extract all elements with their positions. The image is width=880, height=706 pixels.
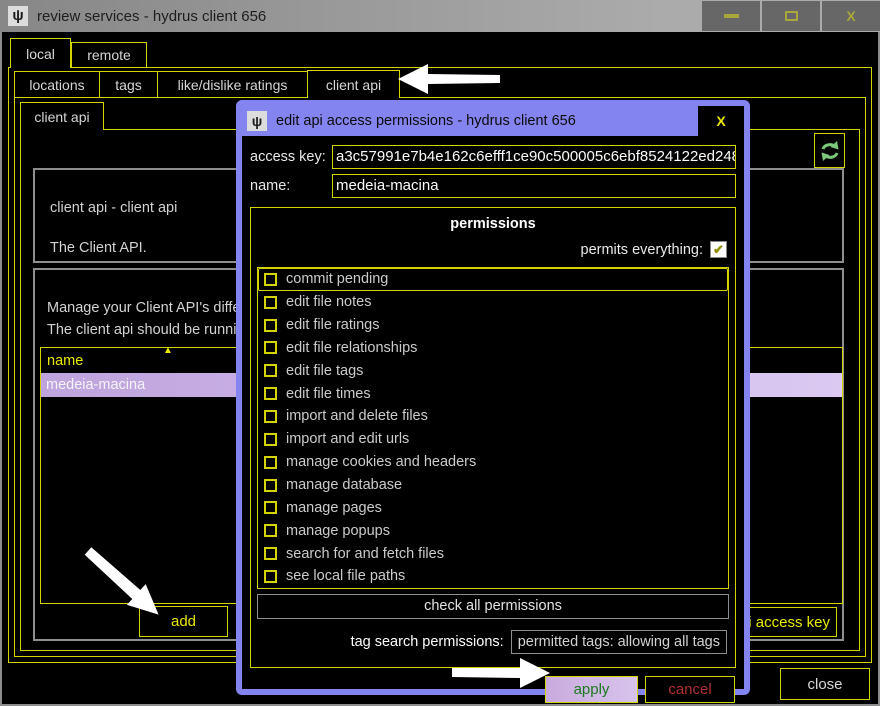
name-label: name: xyxy=(250,178,332,194)
checkbox-unchecked-icon[interactable] xyxy=(264,341,277,354)
tag-search-permissions-label: tag search permissions: xyxy=(351,634,504,650)
annotation-arrow-client-api-tab xyxy=(396,60,504,98)
close-button[interactable]: close xyxy=(780,668,870,700)
permission-item[interactable]: edit file tags xyxy=(258,359,728,382)
refresh-button[interactable] xyxy=(814,133,845,168)
permissions-title: permissions xyxy=(257,216,729,232)
refresh-icon xyxy=(819,140,841,162)
permission-item[interactable]: import and edit urls xyxy=(258,428,728,451)
checkbox-unchecked-icon[interactable] xyxy=(264,410,277,423)
tab-client-api-service[interactable]: client api xyxy=(20,102,104,130)
tab-remote[interactable]: remote xyxy=(71,42,147,68)
permission-item[interactable]: manage database xyxy=(258,474,728,497)
close-icon: X xyxy=(846,8,855,24)
minimize-icon xyxy=(724,14,739,18)
permission-label: manage database xyxy=(286,477,402,493)
window-close-button[interactable]: X xyxy=(822,1,880,31)
permission-item[interactable]: edit file times xyxy=(258,382,728,405)
permission-item[interactable]: edit file relationships xyxy=(258,337,728,360)
checkbox-unchecked-icon[interactable] xyxy=(264,501,277,514)
dialog-content: access key: a3c57991e7b4e162c6efff1ce90c… xyxy=(242,136,744,706)
permissions-list: commit pending edit file notes edit file… xyxy=(257,267,729,589)
checkbox-unchecked-icon[interactable] xyxy=(264,433,277,446)
manage-line2: The client api should be runnin xyxy=(47,322,245,338)
dialog-titlebar[interactable]: ψ edit api access permissions - hydrus c… xyxy=(242,106,744,136)
checkbox-unchecked-icon[interactable] xyxy=(264,273,277,286)
permission-item[interactable]: search for and fetch files xyxy=(258,542,728,565)
sort-ascending-icon[interactable]: ▲ xyxy=(163,345,173,356)
permission-item[interactable]: edit file notes xyxy=(258,291,728,314)
permission-label: manage cookies and headers xyxy=(286,454,476,470)
permits-everything-checkbox[interactable]: ✔ xyxy=(710,241,727,258)
permission-label: edit file relationships xyxy=(286,340,417,356)
permission-label: edit file tags xyxy=(286,363,363,379)
permissions-panel: permissions permits everything: ✔ commit… xyxy=(250,207,736,668)
manage-line1: Manage your Client API's differ xyxy=(47,300,245,316)
permission-label: commit pending xyxy=(286,271,388,287)
tab-client-api[interactable]: client api xyxy=(307,70,400,98)
window-titlebar[interactable]: ψ review services - hydrus client 656 X xyxy=(0,0,880,32)
hydrus-app-icon: ψ xyxy=(247,111,267,131)
annotation-arrow-apply-button xyxy=(450,656,554,690)
checkbox-unchecked-icon[interactable] xyxy=(264,456,277,469)
checkbox-unchecked-icon[interactable] xyxy=(264,524,277,537)
permission-label: edit file times xyxy=(286,386,371,402)
permission-item[interactable]: see local file paths xyxy=(258,565,728,588)
permission-item[interactable]: edit file ratings xyxy=(258,314,728,337)
checkbox-unchecked-icon[interactable] xyxy=(264,296,277,309)
checkbox-unchecked-icon[interactable] xyxy=(264,387,277,400)
tag-search-permissions-row: tag search permissions: permitted tags: … xyxy=(257,630,727,654)
maximize-icon xyxy=(785,11,798,21)
permission-label: manage pages xyxy=(286,500,382,516)
permission-label: search for and fetch files xyxy=(286,546,444,562)
permission-label: edit file ratings xyxy=(286,317,380,333)
cancel-button[interactable]: cancel xyxy=(645,676,735,703)
dialog-title: edit api access permissions - hydrus cli… xyxy=(276,113,698,129)
edit-api-access-permissions-dialog: ψ edit api access permissions - hydrus c… xyxy=(236,100,750,695)
permission-item[interactable]: import and delete files xyxy=(258,405,728,428)
permission-item[interactable]: manage cookies and headers xyxy=(258,451,728,474)
permission-label: manage popups xyxy=(286,523,390,539)
check-all-permissions-button[interactable]: check all permissions xyxy=(257,594,729,619)
permission-item[interactable]: commit pending xyxy=(258,268,728,291)
permits-everything-label: permits everything: xyxy=(581,242,704,258)
permission-item[interactable]: manage pages xyxy=(258,496,728,519)
permission-label: see local file paths xyxy=(286,568,405,584)
tag-search-permissions-button[interactable]: permitted tags: allowing all tags xyxy=(511,630,727,654)
checkbox-unchecked-icon[interactable] xyxy=(264,319,277,332)
permission-label: import and edit urls xyxy=(286,431,409,447)
checkbox-unchecked-icon[interactable] xyxy=(264,570,277,583)
service-info-line2: The Client API. xyxy=(50,240,147,256)
checkbox-unchecked-icon[interactable] xyxy=(264,364,277,377)
annotation-arrow-add-button xyxy=(78,543,178,628)
name-input[interactable]: medeia-macina xyxy=(332,174,736,198)
review-services-window: ψ review services - hydrus client 656 X … xyxy=(0,0,880,706)
access-key-field-row: access key: a3c57991e7b4e162c6efff1ce90c… xyxy=(250,145,736,169)
service-info-line1: client api - client api xyxy=(50,200,177,216)
name-field-row: name: medeia-macina xyxy=(250,174,736,198)
permission-item[interactable]: manage popups xyxy=(258,519,728,542)
maximize-button[interactable] xyxy=(762,1,820,31)
window-controls: X xyxy=(702,1,880,31)
minimize-button[interactable] xyxy=(702,1,760,31)
checkbox-unchecked-icon[interactable] xyxy=(264,547,277,560)
checkbox-unchecked-icon[interactable] xyxy=(264,479,277,492)
permission-label: edit file notes xyxy=(286,294,371,310)
window-title: review services - hydrus client 656 xyxy=(37,8,266,25)
access-key-label: access key: xyxy=(250,149,332,165)
dialog-close-button[interactable]: X xyxy=(698,106,744,136)
apply-button[interactable]: apply xyxy=(545,676,638,703)
permits-everything-row: permits everything: ✔ xyxy=(257,241,729,258)
access-key-input[interactable]: a3c57991e7b4e162c6efff1ce90c500005c6ebf8… xyxy=(332,145,736,169)
tab-local[interactable]: local xyxy=(10,38,71,68)
hydrus-app-icon: ψ xyxy=(8,6,28,26)
permission-label: import and delete files xyxy=(286,408,428,424)
